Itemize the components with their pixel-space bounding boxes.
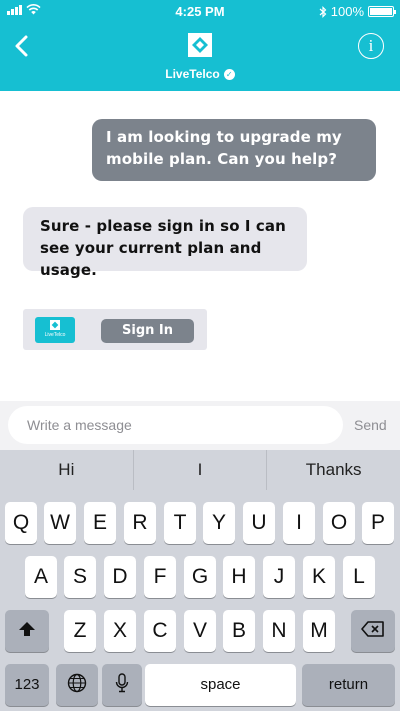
suggestion-hi[interactable]: Hi [0,450,134,490]
key-i[interactable]: I [283,502,315,544]
livetelco-mini-logo-icon [50,320,60,330]
key-k[interactable]: K [303,556,335,598]
info-icon: i [368,36,374,55]
bluetooth-icon [319,5,327,18]
livetelco-logo [188,33,212,57]
suggestion-bar: Hi I Thanks [0,450,400,490]
shift-arrow-icon [19,622,35,637]
status-bar: 4:25 PM 100% [0,0,400,22]
key-b[interactable]: B [223,610,255,652]
numbers-key[interactable]: 123 [5,664,49,706]
brand-name: LiveTelco [165,67,220,81]
suggestion-i[interactable]: I [134,450,268,490]
key-d[interactable]: D [104,556,136,598]
sign-in-button[interactable]: Sign In [101,319,194,343]
globe-key[interactable] [56,664,98,706]
key-o[interactable]: O [323,502,355,544]
key-c[interactable]: C [144,610,176,652]
app-header: 4:25 PM 100% i LiveTelco ✓ [0,0,400,91]
back-button[interactable] [10,32,34,60]
chevron-left-icon [15,35,28,57]
key-t[interactable]: T [164,502,196,544]
key-n[interactable]: N [263,610,295,652]
key-v[interactable]: V [184,610,216,652]
send-button[interactable]: Send [354,417,387,433]
return-key[interactable]: return [302,664,395,706]
backspace-key[interactable] [351,610,395,652]
shift-key[interactable] [5,610,49,652]
key-w[interactable]: W [44,502,76,544]
key-a[interactable]: A [25,556,57,598]
key-q[interactable]: Q [5,502,37,544]
keyboard: Hi I Thanks Q W E R T Y U I O P A S D F … [0,450,400,711]
key-h[interactable]: H [223,556,255,598]
backspace-icon [361,621,384,638]
signin-card: LiveTelco Sign In [23,309,207,350]
key-l[interactable]: L [343,556,375,598]
brand-title: LiveTelco ✓ [0,67,400,81]
key-e[interactable]: E [84,502,116,544]
key-j[interactable]: J [263,556,295,598]
key-r[interactable]: R [124,502,156,544]
suggestion-thanks[interactable]: Thanks [267,450,400,490]
microphone-icon [115,673,129,693]
message-input[interactable] [8,406,343,444]
key-y[interactable]: Y [203,502,235,544]
incoming-message-bubble: Sure - please sign in so I can see your … [23,207,307,279]
key-f[interactable]: F [144,556,176,598]
key-x[interactable]: X [104,610,136,652]
key-m[interactable]: M [303,610,335,652]
key-p[interactable]: P [362,502,394,544]
key-u[interactable]: U [243,502,275,544]
verified-check-icon: ✓ [223,68,235,80]
microphone-key[interactable] [102,664,142,706]
chat-thread: I am looking to upgrade my mobile plan. … [0,91,400,401]
space-key[interactable]: space [145,664,296,706]
signin-card-logo: LiveTelco [35,317,75,343]
signin-card-logo-label: LiveTelco [44,332,66,338]
battery-icon [368,6,396,17]
message-composer: Send [0,401,400,450]
key-s[interactable]: S [64,556,96,598]
globe-icon [67,674,87,693]
outgoing-message-bubble: I am looking to upgrade my mobile plan. … [92,119,376,181]
key-g[interactable]: G [184,556,216,598]
info-button[interactable]: i [358,33,384,59]
key-z[interactable]: Z [64,610,96,652]
battery-percent: 100% [330,4,364,19]
